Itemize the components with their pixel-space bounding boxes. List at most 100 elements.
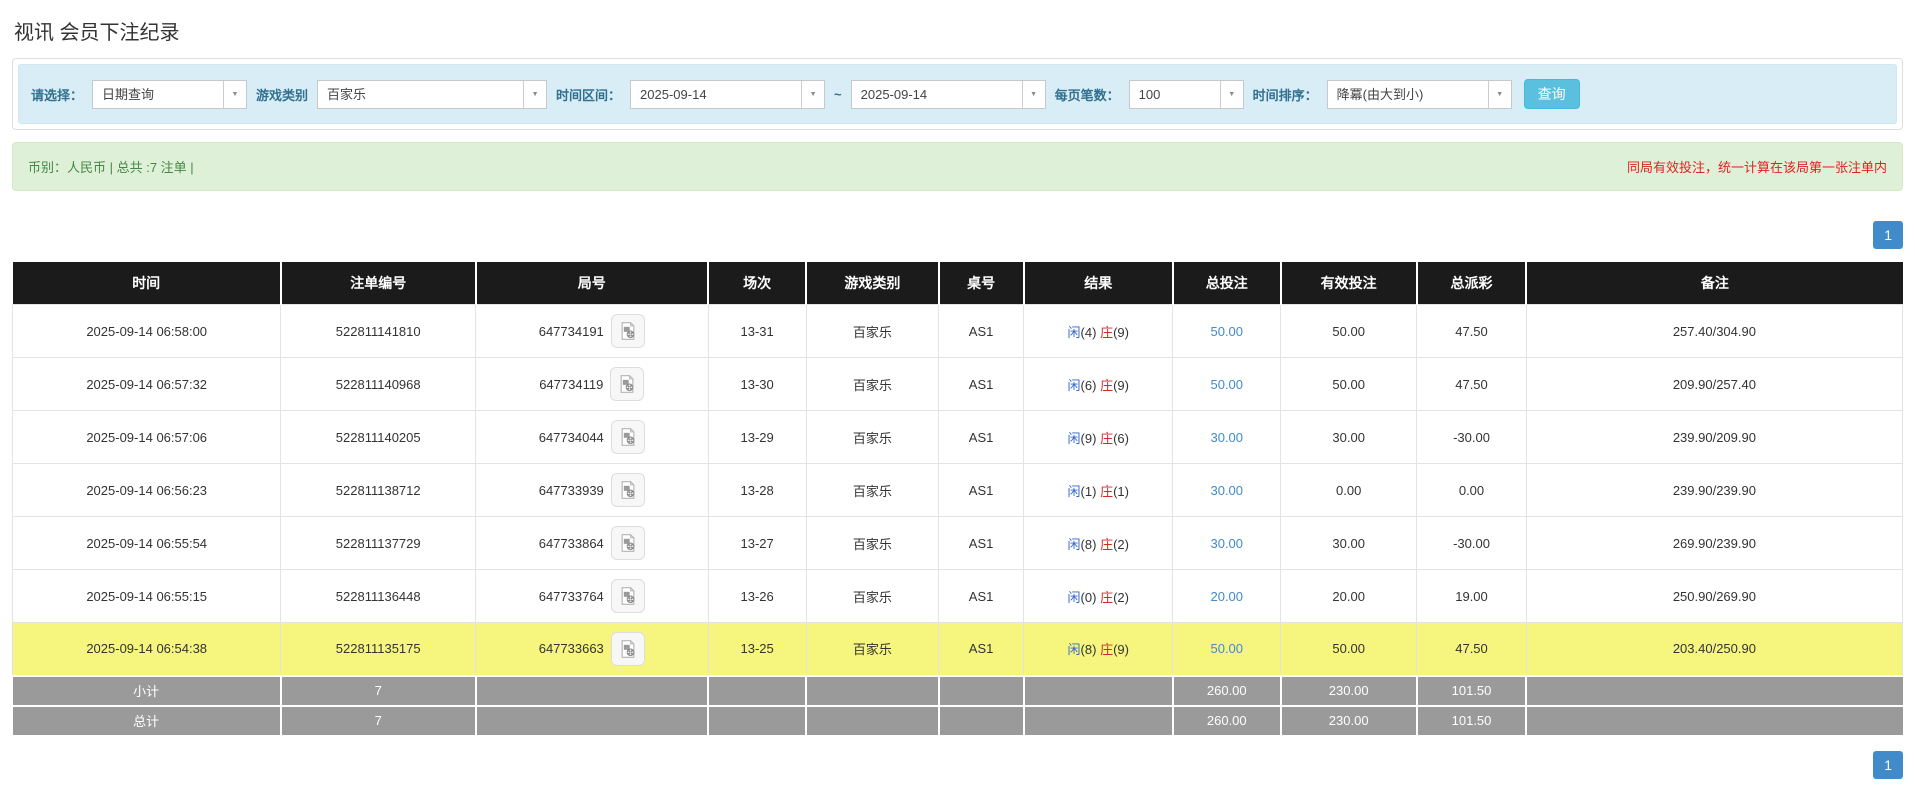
session-cell: 13-30 [707,357,807,411]
video-replay-icon[interactable] [610,367,645,401]
date-to-value: 2025-09-14 [860,86,928,102]
round-id-value: 647733663 [538,641,604,657]
total-bet-link[interactable]: 30.00 [1210,430,1243,445]
pagination-bottom: 1 [12,750,1903,779]
total-session-cell [708,704,808,737]
payout-cell: -30.00 [1416,410,1527,464]
chevron-down-icon[interactable]: ▼ [1021,80,1045,108]
banker-score: (9) [1113,324,1129,340]
result-cell: 闲(8) 庄(9) [1023,622,1174,676]
bet-id-cell: 522811136448 [280,569,477,623]
date-to-picker[interactable]: 2025-09-14 ▼ [850,79,1046,109]
total-bet-cell: 30.00 [1172,410,1282,464]
column-header-8: 有效投注 [1280,262,1418,305]
total-bet-link[interactable]: 50.00 [1210,641,1243,656]
total-bet-cell: 20.00 [1172,569,1282,623]
page-1-button[interactable]: 1 [1873,221,1903,249]
session-cell: 13-28 [707,463,807,517]
total-bet-link[interactable]: 30.00 [1210,536,1243,551]
page: 视讯 会员下注纪录 请选择： 日期查询 ▼ 游戏类别 百家乐 ▼ 时间区间： 2… [0,0,1915,805]
chevron-down-icon[interactable]: ▼ [1487,80,1511,108]
round-id-cell: 647734044 [475,410,709,464]
film-glyph [621,533,635,552]
time-cell: 2025-09-14 06:55:15 [11,569,282,623]
chevron-down-icon[interactable]: ▼ [523,80,547,108]
time-sort-select[interactable]: 降冪(由大到小) ▼ [1326,79,1512,109]
total-round-cell [475,704,710,737]
payout-cell: 0.00 [1416,463,1527,517]
bet-id-cell: 522811135175 [280,622,477,676]
chevron-down-icon[interactable]: ▼ [1219,80,1243,108]
banker-score: (2) [1113,536,1129,552]
subtotal-payout-cell: 101.50 [1416,674,1528,707]
game-category-select[interactable]: 百家乐 ▼ [317,79,548,109]
subtotal-remark-cell [1526,674,1903,707]
query-type-select[interactable]: 日期查询 ▼ [92,79,248,109]
film-glyph [621,480,635,499]
table-number-cell: AS1 [938,463,1025,517]
filter-bar: 请选择： 日期查询 ▼ 游戏类别 百家乐 ▼ 时间区间： 2025-09-14 … [18,64,1897,124]
search-button[interactable]: 查询 [1523,79,1580,109]
banker-label: 庄 [1100,589,1114,605]
total-bet-link[interactable]: 20.00 [1210,589,1243,604]
video-replay-icon[interactable] [610,314,645,348]
column-header-5: 桌号 [938,262,1025,305]
date-from-value: 2025-09-14 [640,86,707,102]
game-category-label: 游戏类别 [256,87,309,103]
bet-id-cell: 522811137729 [280,516,477,570]
table-row: 2025-09-14 06:57:32 522811140968 647734119… [11,357,1904,411]
remark-cell: 239.90/239.90 [1525,463,1904,517]
table-number-cell: AS1 [938,410,1025,464]
player-score: (9) [1080,430,1097,446]
video-replay-icon[interactable] [610,579,645,613]
valid-bet-cell: 0.00 [1280,463,1418,517]
result-cell: 闲(0) 庄(2) [1023,569,1174,623]
game-category-cell: 百家乐 [805,569,940,623]
result-cell: 闲(9) 庄(6) [1023,410,1174,464]
table-row: 2025-09-14 06:57:06 522811140205 647734044… [11,410,1904,464]
bet-id-cell: 522811140968 [280,357,477,411]
film-glyph [621,427,635,446]
round-id-value: 647734119 [539,376,604,392]
table-number-cell: AS1 [938,516,1025,570]
total-payout-cell: 101.50 [1416,704,1528,737]
bet-id-cell: 522811141810 [280,304,477,358]
player-score: (8) [1080,642,1097,658]
round-id-value: 647733864 [538,535,604,551]
subtotal-session-cell [708,674,808,707]
game-category-value: 百家乐 [327,86,367,102]
table-number-cell: AS1 [938,304,1025,358]
total-bet-cell: 30.00 [1172,463,1282,517]
table-number-cell: AS1 [938,622,1025,676]
round-id-cell: 647734191 [475,304,709,358]
video-replay-icon[interactable] [610,526,645,560]
time-cell: 2025-09-14 06:56:23 [11,463,282,517]
total-bet-link[interactable]: 30.00 [1210,483,1243,498]
video-replay-icon[interactable] [610,631,645,666]
chevron-down-icon[interactable]: ▼ [801,80,825,108]
table-row: 2025-09-14 06:55:54 522811137729 647733864… [11,516,1904,570]
chevron-down-icon[interactable]: ▼ [223,80,247,108]
date-from-picker[interactable]: 2025-09-14 ▼ [630,79,826,109]
time-cell: 2025-09-14 06:58:00 [11,304,282,358]
video-replay-icon[interactable] [610,420,645,454]
remark-cell: 269.90/239.90 [1525,516,1904,570]
valid-bet-cell: 50.00 [1280,357,1418,411]
column-header-4: 游戏类别 [806,262,940,305]
remark-cell: 209.90/257.40 [1525,357,1904,411]
player-score: (4) [1080,324,1097,340]
total-bet-link[interactable]: 50.00 [1210,377,1243,392]
banker-score: (9) [1113,642,1129,658]
total-bet-cell: 50.00 [1172,622,1282,676]
page-size-select[interactable]: 100 ▼ [1128,79,1244,109]
column-header-7: 总投注 [1172,262,1282,305]
video-replay-icon[interactable] [610,473,645,507]
page-title: 视讯 会员下注纪录 [14,22,180,44]
banker-label: 庄 [1100,642,1114,658]
player-label: 闲 [1067,324,1081,340]
column-header-10: 备注 [1526,262,1903,305]
total-bet-link[interactable]: 50.00 [1210,324,1243,339]
page-1-button[interactable]: 1 [1873,750,1903,779]
remark-cell: 239.90/209.90 [1525,410,1904,464]
session-cell: 13-27 [707,516,807,570]
